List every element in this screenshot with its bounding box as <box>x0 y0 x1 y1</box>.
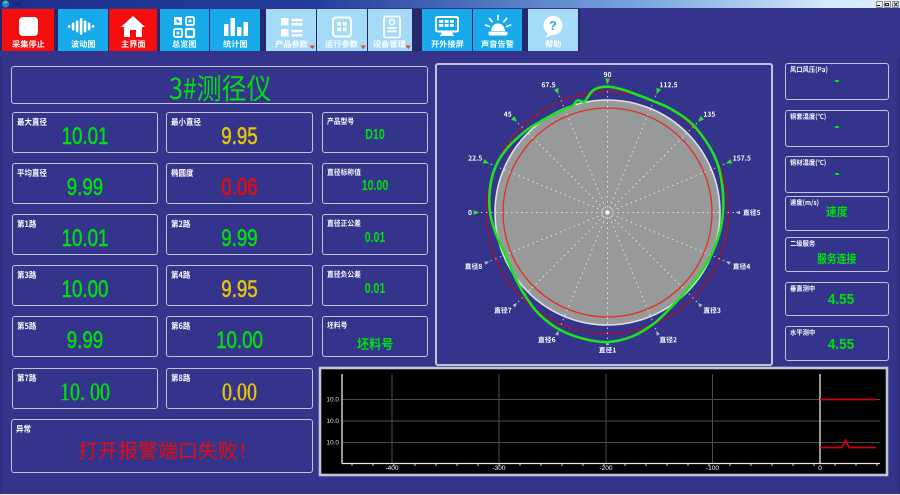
svg-text:-100: -100 <box>706 465 719 472</box>
svg-text:10.0: 10.0 <box>326 418 339 425</box>
svg-text:-200: -200 <box>599 465 612 472</box>
svg-text:-300: -300 <box>492 465 505 472</box>
svg-text:?: ? <box>549 18 557 33</box>
svg-text:0: 0 <box>818 465 822 472</box>
svg-text:10.0: 10.0 <box>326 440 339 447</box>
svg-text:10.0: 10.0 <box>326 397 339 404</box>
svg-text:-400: -400 <box>385 465 398 472</box>
